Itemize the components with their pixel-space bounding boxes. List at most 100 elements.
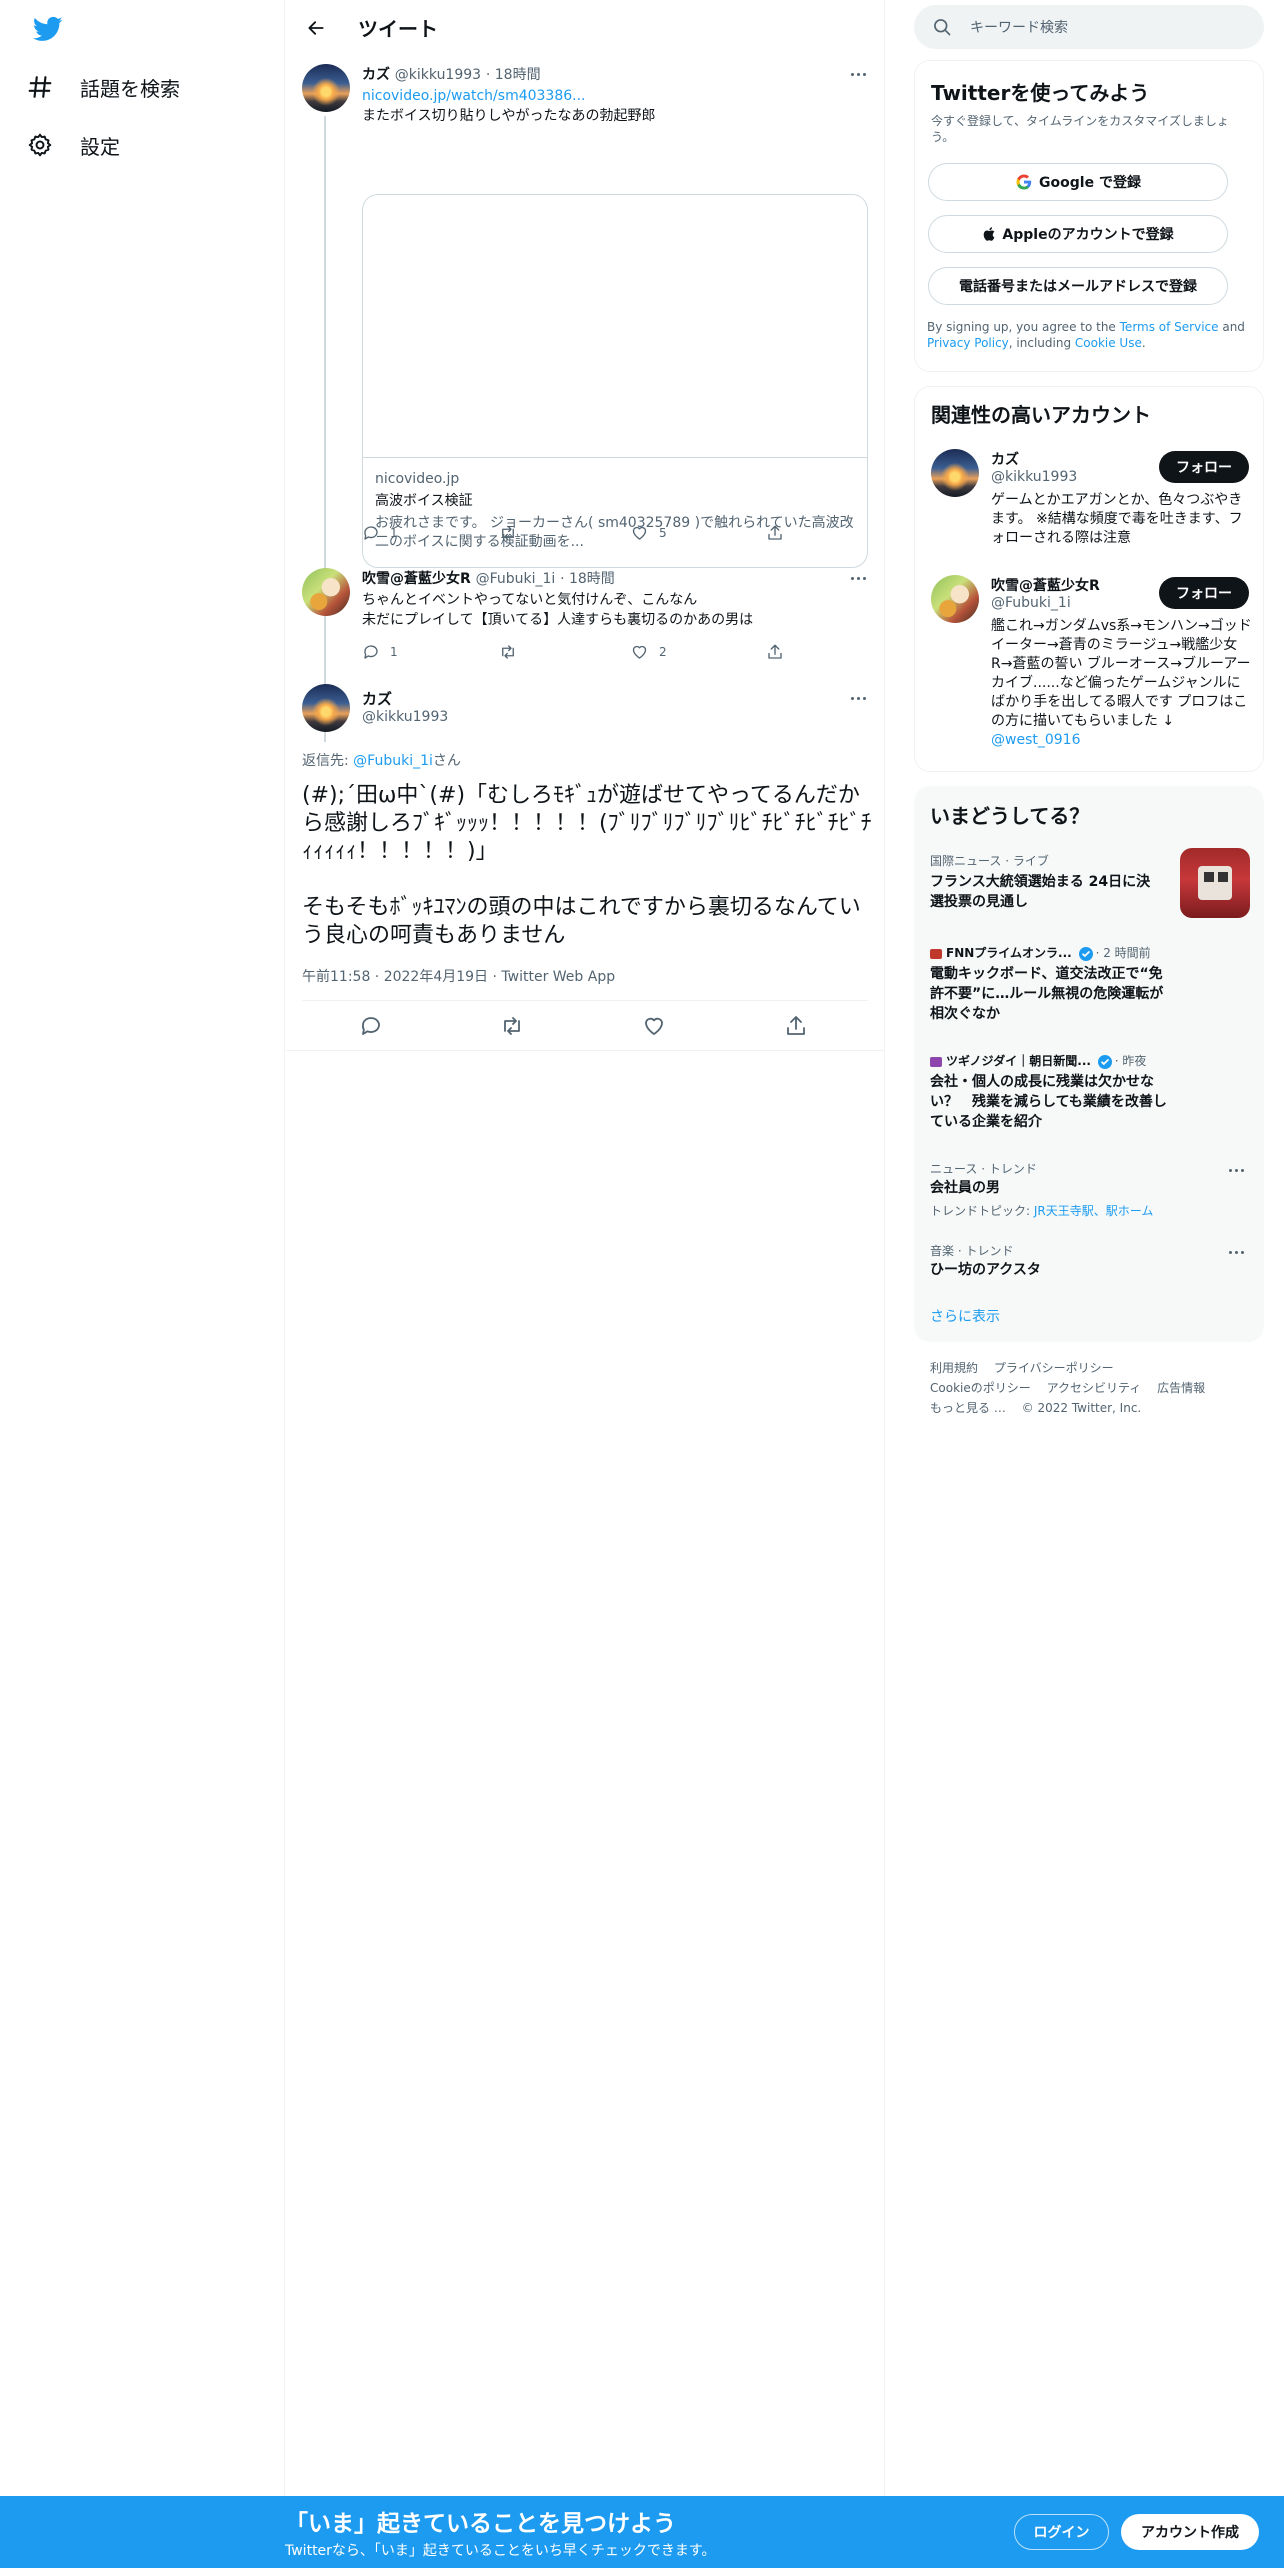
- account-handle[interactable]: @Fubuki_1i: [991, 595, 1071, 611]
- related-account[interactable]: カズ @kikku1993 フォロー ゲームとかエアガンとか、色々つぶやきます。…: [915, 445, 1265, 565]
- trend-item[interactable]: ニュース · トレンド 会社員の男 トレンドトピック: JR天王寺駅、駅ホーム: [914, 1156, 1264, 1232]
- trend-item[interactable]: FNNプライムオンラ... · 2 時間前 電動キックボード、道交法改正で“免許…: [914, 940, 1264, 1040]
- reply-count: 1: [390, 526, 398, 540]
- gear-icon: [20, 132, 60, 158]
- more-icon[interactable]: [1224, 1162, 1248, 1178]
- back-arrow-icon[interactable]: [300, 12, 332, 44]
- tweet-meta[interactable]: 午前11:58 · 2022年4月19日 · Twitter Web App: [302, 966, 615, 986]
- tweet-link[interactable]: nicovideo.jp/watch/sm403386...: [362, 86, 586, 106]
- footer-link[interactable]: プライバシーポリシー: [994, 1361, 1114, 1375]
- google-signup-button[interactable]: Google で登録: [928, 163, 1228, 201]
- author-name[interactable]: カズ: [362, 688, 392, 709]
- footer-link[interactable]: アクセシビリティ: [1047, 1381, 1142, 1395]
- like-button[interactable]: 5: [630, 524, 667, 542]
- heart-icon: [632, 645, 647, 659]
- terms-link[interactable]: Terms of Service: [1120, 320, 1219, 334]
- reply-to-prefix: 返信先:: [302, 753, 354, 769]
- more-icon[interactable]: [1224, 1244, 1248, 1260]
- more-icon[interactable]: [846, 690, 870, 706]
- retweet-icon[interactable]: [499, 1014, 525, 1038]
- avatar[interactable]: [931, 575, 979, 623]
- trend-item[interactable]: ツギノジダイ｜朝日新聞... · 昨夜 会社・個人の成長に残業は欠かせない？ 残…: [914, 1048, 1264, 1148]
- trend-title: 会社・個人の成長に残業は欠かせない？ 残業を減らしても業績を改善している企業を紹…: [930, 1074, 1167, 1130]
- search-bar[interactable]: キーワード検索: [914, 5, 1264, 49]
- share-icon[interactable]: [784, 1014, 808, 1038]
- cookie-link[interactable]: Cookie Use: [1075, 336, 1142, 350]
- footer-link[interactable]: 利用規約: [930, 1361, 978, 1375]
- related-account[interactable]: 吹雪@蒼藍少女R @Fubuki_1i フォロー 艦これ→ガンダムvs系→モンハ…: [915, 571, 1265, 771]
- reply-button[interactable]: 1: [362, 524, 398, 542]
- related-title: 関連性の高いアカウント: [931, 403, 1151, 427]
- account-bio: ゲームとかエアガンとか、色々つぶやきます。 ※結構な頻度で毒を吐きます、フォロー…: [991, 492, 1243, 546]
- follow-button[interactable]: フォロー: [1159, 577, 1249, 609]
- author-name[interactable]: 吹雪@蒼藍少女R: [362, 571, 471, 587]
- trend-topic: トレンドトピック: JR天王寺駅、駅ホーム: [930, 1202, 1153, 1219]
- reply-to-handle[interactable]: @Fubuki_1i: [353, 753, 433, 769]
- trend-topic-links[interactable]: JR天王寺駅、駅ホーム: [1034, 1204, 1154, 1218]
- bio-link[interactable]: @west_0916: [991, 732, 1080, 748]
- search-input[interactable]: キーワード検索: [970, 17, 1068, 37]
- share-icon: [768, 644, 782, 659]
- twitter-logo-icon[interactable]: [31, 14, 65, 44]
- tweet-2[interactable]: 吹雪@蒼藍少女R @Fubuki_1i · 18時間 ちゃんとイベントやってない…: [286, 564, 884, 742]
- tweet-time[interactable]: · 18時間: [560, 571, 615, 587]
- footer-more-link[interactable]: もっと見る …: [930, 1401, 1006, 1415]
- apple-signup-button[interactable]: Appleのアカウントで登録: [928, 215, 1228, 253]
- apple-icon: [984, 227, 995, 241]
- tweet-paragraph: (#);´田ω中`(#)「むしろﾓｷﾞｭが遊ばせてやってるんだから感謝しろﾌﾞｷ…: [302, 783, 872, 864]
- source-logo-icon: [930, 1056, 942, 1067]
- reply-icon[interactable]: [359, 1014, 383, 1038]
- reply-button[interactable]: 1: [362, 643, 398, 661]
- author-handle[interactable]: @Fubuki_1i: [476, 571, 556, 587]
- account-name[interactable]: 吹雪@蒼藍少女R: [991, 575, 1100, 595]
- more-icon[interactable]: [846, 570, 870, 586]
- trends-box: いまどうしてる？ 国際ニュース · ライブ フランス大統領選始まる 24日に決選…: [914, 786, 1264, 1342]
- avatar[interactable]: [302, 64, 350, 112]
- more-icon[interactable]: [846, 66, 870, 82]
- page-title: ツイート: [358, 17, 438, 41]
- heart-icon[interactable]: [642, 1014, 666, 1038]
- signup-button[interactable]: アカウント作成: [1121, 2514, 1259, 2550]
- thread-line: [324, 116, 326, 620]
- avatar[interactable]: [302, 684, 350, 732]
- trend-item[interactable]: 音楽 · トレンド ひー坊のアクスタ: [914, 1238, 1264, 1298]
- trend-topic-prefix: トレンドトピック:: [930, 1204, 1034, 1218]
- avatar[interactable]: [931, 449, 979, 497]
- retweet-button[interactable]: [498, 643, 518, 661]
- author-handle[interactable]: @kikku1993: [362, 709, 448, 725]
- terms-text: , including: [1008, 336, 1075, 350]
- avatar[interactable]: [302, 568, 350, 616]
- bottom-signup-bar: 「いま」起きていることを見つけよう Twitterなら、「いま」起きていることを…: [0, 2496, 1284, 2568]
- phone-email-signup-button[interactable]: 電話番号またはメールアドレスで登録: [928, 267, 1228, 305]
- account-handle[interactable]: @kikku1993: [991, 469, 1077, 485]
- login-button[interactable]: ログイン: [1014, 2514, 1109, 2550]
- terms-text: and: [1218, 320, 1245, 334]
- trend-category: 国際ニュース · ライブ: [930, 854, 1049, 868]
- trend-source: FNNプライムオンラ... · 2 時間前: [930, 944, 1151, 961]
- like-button[interactable]: 2: [630, 643, 667, 661]
- nav-item-explore[interactable]: 話題を検索: [20, 62, 180, 112]
- source-logo-icon: [930, 948, 942, 959]
- trend-item[interactable]: 国際ニュース · ライブ フランス大統領選始まる 24日に決選投票の見通し: [914, 848, 1264, 932]
- footer-link[interactable]: Cookieのポリシー: [930, 1381, 1031, 1395]
- retweet-button[interactable]: [498, 524, 518, 542]
- footer-link[interactable]: 広告情報: [1157, 1381, 1205, 1395]
- nav-item-settings[interactable]: 設定: [20, 120, 120, 170]
- link-card[interactable]: nicovideo.jp 高波ボイス検証 お疲れさまです。 ジョーカーさん( s…: [362, 194, 868, 568]
- follow-button[interactable]: フォロー: [1159, 451, 1249, 483]
- account-name[interactable]: カズ: [991, 449, 1019, 469]
- privacy-link[interactable]: Privacy Policy: [927, 336, 1009, 350]
- related-accounts-box: 関連性の高いアカウント カズ @kikku1993 フォロー ゲームとかエアガン…: [914, 386, 1264, 772]
- share-button[interactable]: [766, 643, 784, 661]
- show-more-link[interactable]: さらに表示: [930, 1306, 1000, 1326]
- copyright: © 2022 Twitter, Inc.: [1021, 1401, 1142, 1415]
- phone-signup-label: 電話番号またはメールアドレスで登録: [959, 279, 1197, 295]
- author-handle[interactable]: @kikku1993: [395, 67, 481, 83]
- footer-links: 利用規約 プライバシーポリシー Cookieのポリシー アクセシビリティ 広告情…: [930, 1358, 1205, 1418]
- tweet-time[interactable]: · 18時間: [486, 67, 541, 83]
- tweet-1[interactable]: カズ @kikku1993 · 18時間 nicovideo.jp/watch/…: [286, 54, 884, 620]
- divider: [286, 1050, 884, 1051]
- main-tweet-text: (#);´田ω中`(#)「むしろﾓｷﾞｭが遊ばせてやってるんだから感謝しろﾌﾞｷ…: [302, 782, 872, 950]
- share-button[interactable]: [766, 524, 784, 542]
- author-name[interactable]: カズ: [362, 67, 390, 83]
